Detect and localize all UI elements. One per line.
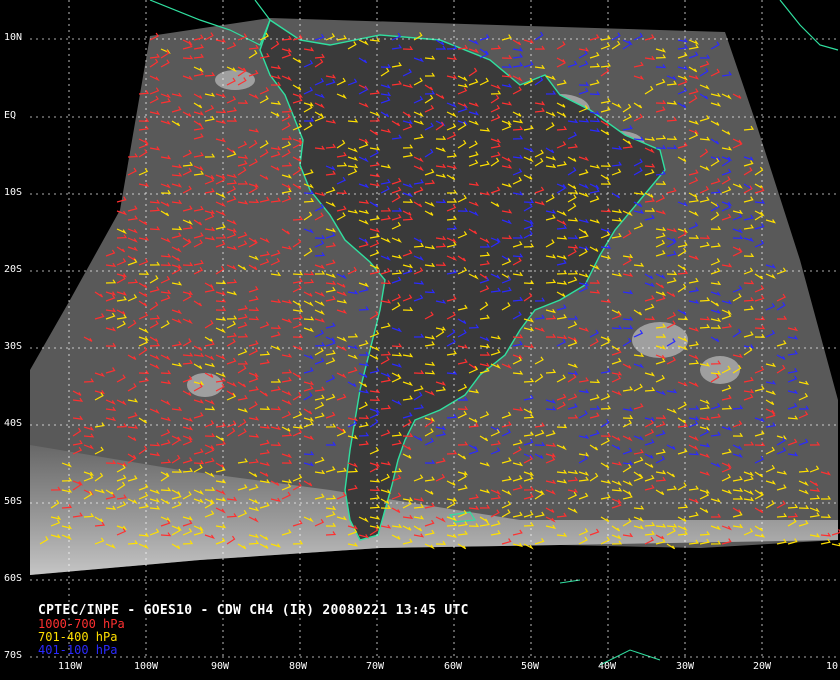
lon-label: 70W	[366, 661, 385, 672]
north-america-coast	[779, 0, 839, 51]
lon-label: 40W	[598, 661, 617, 672]
legend-mid: 701-400 hPa	[38, 630, 118, 644]
wind-barb	[831, 542, 840, 547]
lat-label: 60S	[4, 573, 23, 584]
south-georgia	[559, 579, 581, 584]
lat-label: 10N	[4, 32, 23, 43]
lat-label: 50S	[4, 496, 23, 507]
lon-label: 90W	[211, 661, 230, 672]
lon-label: 80W	[289, 661, 308, 672]
lon-label: 10	[826, 661, 839, 672]
lat-label: 30S	[4, 341, 23, 352]
legend-low: 1000-700 hPa	[38, 617, 125, 631]
lat-label: 70S	[4, 650, 23, 661]
lat-label: EQ	[4, 110, 17, 121]
lat-label: 10S	[4, 187, 23, 198]
lon-label: 30W	[676, 661, 695, 672]
lon-label: 110W	[58, 661, 83, 672]
lon-label: 50W	[521, 661, 540, 672]
lat-label: 20S	[4, 264, 23, 275]
caption: CPTEC/INPE - GOES10 - CDW CH4 (IR) 20080…	[38, 603, 469, 618]
lon-label: 100W	[134, 661, 159, 672]
lon-label: 20W	[753, 661, 772, 672]
lon-label: 60W	[444, 661, 463, 672]
lat-label: 40S	[4, 418, 23, 429]
legend-high: 401-100 hPa	[38, 643, 118, 657]
wind-map	[30, 0, 840, 666]
